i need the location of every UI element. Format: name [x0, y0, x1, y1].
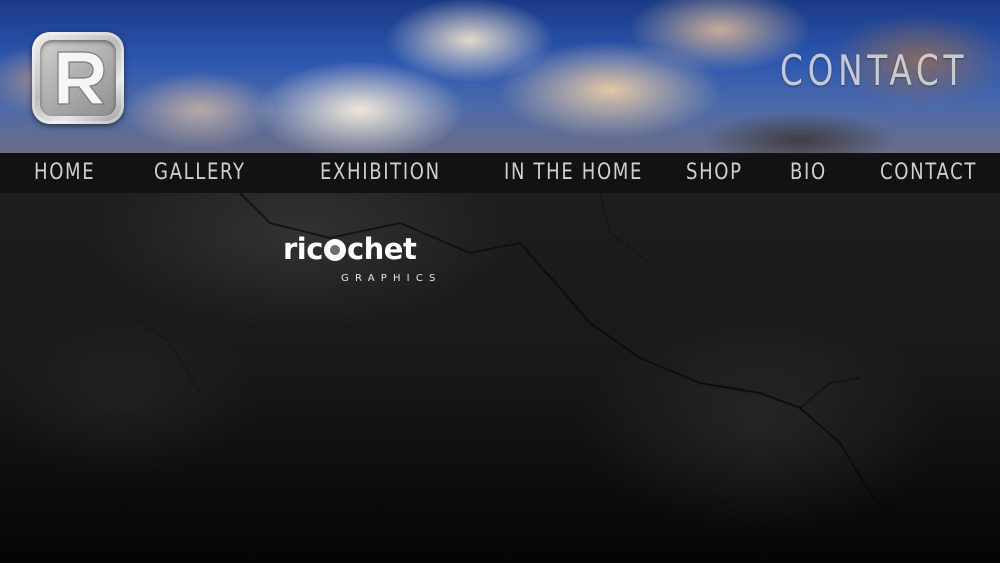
logo-icon[interactable]	[32, 32, 124, 124]
ricochet-graphics-logo[interactable]: ric chet GRAPHICS	[283, 232, 435, 284]
nav-item-shop[interactable]: SHOP	[686, 161, 743, 185]
page-title: CONTACT	[779, 46, 968, 95]
header-banner: CONTACT	[0, 0, 1000, 153]
nav-item-gallery[interactable]: GALLERY	[154, 161, 246, 185]
nav-item-contact[interactable]: CONTACT	[880, 161, 977, 185]
brand-name-part2: chet	[346, 232, 417, 266]
brand-subtitle: GRAPHICS	[341, 273, 442, 284]
brand-name: ric chet	[283, 232, 417, 266]
main-navigation: HOME GALLERY EXHIBITION IN THE HOME SHOP…	[0, 153, 1000, 193]
nav-item-home[interactable]: HOME	[34, 161, 95, 185]
r-letter-icon	[57, 51, 106, 105]
textured-background	[0, 193, 1000, 563]
logo-inner	[40, 40, 116, 116]
nav-item-exhibition[interactable]: EXHIBITION	[320, 161, 441, 185]
brand-name-part1: ric	[283, 232, 323, 266]
nav-item-bio[interactable]: BIO	[790, 161, 827, 185]
target-o-icon	[323, 239, 346, 261]
stone-cracks-decoration	[129, 193, 901, 534]
nav-item-in-the-home[interactable]: IN THE HOME	[504, 161, 643, 185]
